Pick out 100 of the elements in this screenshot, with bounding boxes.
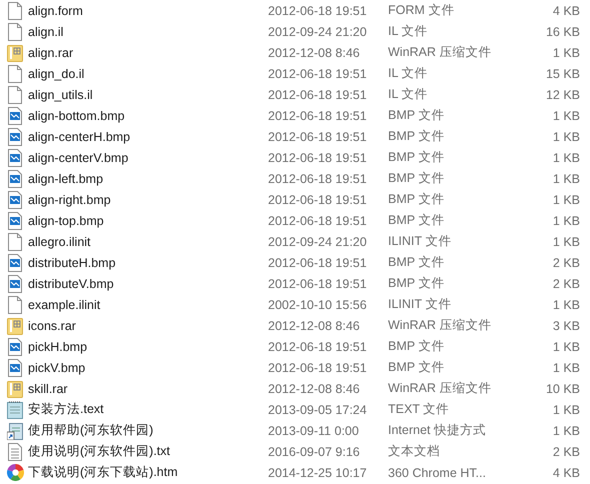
file-icon (8, 86, 22, 104)
file-size: 12 KB (544, 88, 580, 102)
file-size: 1 KB (552, 130, 580, 144)
file-type: BMP 文件 (388, 107, 446, 124)
file-name[interactable]: align-right.bmp (28, 192, 268, 206)
modified-date: 2012-06-18 19:51 (268, 276, 368, 290)
modified-date: 2012-06-18 19:51 (268, 150, 368, 164)
file-name[interactable]: icons.rar (28, 318, 268, 332)
file-name[interactable]: 下载说明(河东下载站).htm (28, 464, 268, 481)
file-name[interactable]: allegro.ilinit (28, 234, 268, 248)
file-type: WinRAR 压缩文件 (388, 317, 492, 334)
shortcut-icon (7, 422, 23, 440)
image-file-icon (8, 148, 22, 166)
file-type: 文本文档 (388, 443, 441, 460)
file-name[interactable]: pickV.bmp (28, 360, 268, 374)
file-size: 2 KB (552, 444, 580, 458)
file-type: BMP 文件 (388, 275, 446, 292)
file-type: ILINIT 文件 (388, 233, 452, 250)
modified-date: 2016-09-07 9:16 (268, 444, 361, 458)
file-name[interactable]: distributeV.bmp (28, 276, 268, 290)
file-type: BMP 文件 (388, 191, 446, 208)
file-type: BMP 文件 (388, 149, 446, 166)
file-icon (8, 296, 22, 314)
modified-date: 2014-12-25 10:17 (268, 466, 368, 480)
modified-date: 2012-06-18 19:51 (268, 172, 368, 186)
modified-date: 2012-09-24 21:20 (268, 24, 368, 38)
file-name[interactable]: 使用说明(河东软件园).txt (28, 443, 268, 460)
modified-date: 2012-06-18 19:51 (268, 214, 368, 228)
file-size: 4 KB (552, 4, 580, 18)
file-type: FORM 文件 (388, 2, 456, 19)
file-size: 15 KB (544, 66, 580, 80)
file-size: 1 KB (552, 108, 580, 122)
file-name[interactable]: align-bottom.bmp (28, 108, 268, 122)
file-size: 3 KB (552, 318, 580, 332)
file-name[interactable]: skill.rar (28, 382, 268, 396)
file-icon (8, 64, 22, 82)
image-file-icon (8, 106, 22, 124)
file-name[interactable]: pickH.bmp (28, 340, 268, 354)
notepad-icon (7, 400, 23, 418)
modified-date: 2012-06-18 19:51 (268, 130, 368, 144)
file-type: BMP 文件 (388, 359, 446, 376)
image-file-icon (8, 254, 22, 272)
file-type: WinRAR 压缩文件 (388, 44, 492, 61)
file-name[interactable]: align_do.il (28, 66, 268, 80)
file-name[interactable]: align.form (28, 4, 268, 18)
file-size: 1 KB (552, 340, 580, 354)
file-size: 2 KB (552, 256, 580, 270)
file-name[interactable]: align.il (28, 24, 268, 38)
file-type: TEXT 文件 (388, 401, 450, 418)
file-size: 1 KB (552, 234, 580, 248)
file-type: BMP 文件 (388, 212, 446, 229)
image-file-icon (8, 212, 22, 230)
file-type: IL 文件 (388, 65, 428, 82)
file-name[interactable]: distributeH.bmp (28, 256, 268, 270)
modified-date: 2012-12-08 8:46 (268, 382, 361, 396)
file-size: 1 KB (552, 46, 580, 60)
file-type: ILINIT 文件 (388, 296, 452, 313)
file-size: 10 KB (544, 382, 580, 396)
file-type: BMP 文件 (388, 338, 446, 355)
modified-date: 2012-06-18 19:51 (268, 4, 368, 18)
file-type: WinRAR 压缩文件 (388, 380, 492, 397)
file-name[interactable]: align-top.bmp (28, 214, 268, 228)
file-size: 16 KB (544, 24, 580, 38)
modified-date: 2012-06-18 19:51 (268, 340, 368, 354)
image-file-icon (8, 128, 22, 146)
file-name[interactable]: align_utils.il (28, 88, 268, 102)
file-name[interactable]: example.ilinit (28, 298, 268, 312)
file-name[interactable]: align-centerH.bmp (28, 130, 268, 144)
modified-date: 2012-06-18 19:51 (268, 66, 368, 80)
file-type: BMP 文件 (388, 254, 446, 271)
file-type: 360 Chrome HT... (388, 466, 487, 480)
file-size: 2 KB (552, 276, 580, 290)
file-name[interactable]: 安装方法.text (28, 401, 268, 418)
modified-date: 2013-09-05 17:24 (268, 402, 368, 416)
modified-date: 2002-10-10 15:56 (268, 298, 368, 312)
file-size: 1 KB (552, 192, 580, 206)
modified-date: 2012-06-18 19:51 (268, 88, 368, 102)
file-type: Internet 快捷方式 (388, 422, 487, 439)
image-file-icon (8, 274, 22, 292)
archive-icon (7, 44, 23, 62)
file-size: 1 KB (552, 424, 580, 438)
image-file-icon (8, 170, 22, 188)
browser-icon (6, 464, 24, 481)
file-icon (8, 2, 22, 20)
file-type: BMP 文件 (388, 170, 446, 187)
file-name[interactable]: align-left.bmp (28, 172, 268, 186)
modified-date: 2012-06-18 19:51 (268, 256, 368, 270)
file-name[interactable]: align-centerV.bmp (28, 150, 268, 164)
file-size: 1 KB (552, 172, 580, 186)
file-size: 1 KB (552, 360, 580, 374)
file-icon (8, 22, 22, 40)
text-file-icon (8, 442, 22, 460)
file-size: 4 KB (552, 466, 580, 480)
image-file-icon (8, 358, 22, 376)
modified-date: 2012-06-18 19:51 (268, 360, 368, 374)
image-file-icon (8, 190, 22, 208)
file-name[interactable]: align.rar (28, 46, 268, 60)
file-size: 1 KB (552, 150, 580, 164)
file-name[interactable]: 使用帮助(河东软件园) (28, 422, 268, 439)
modified-date: 2012-12-08 8:46 (268, 46, 361, 60)
